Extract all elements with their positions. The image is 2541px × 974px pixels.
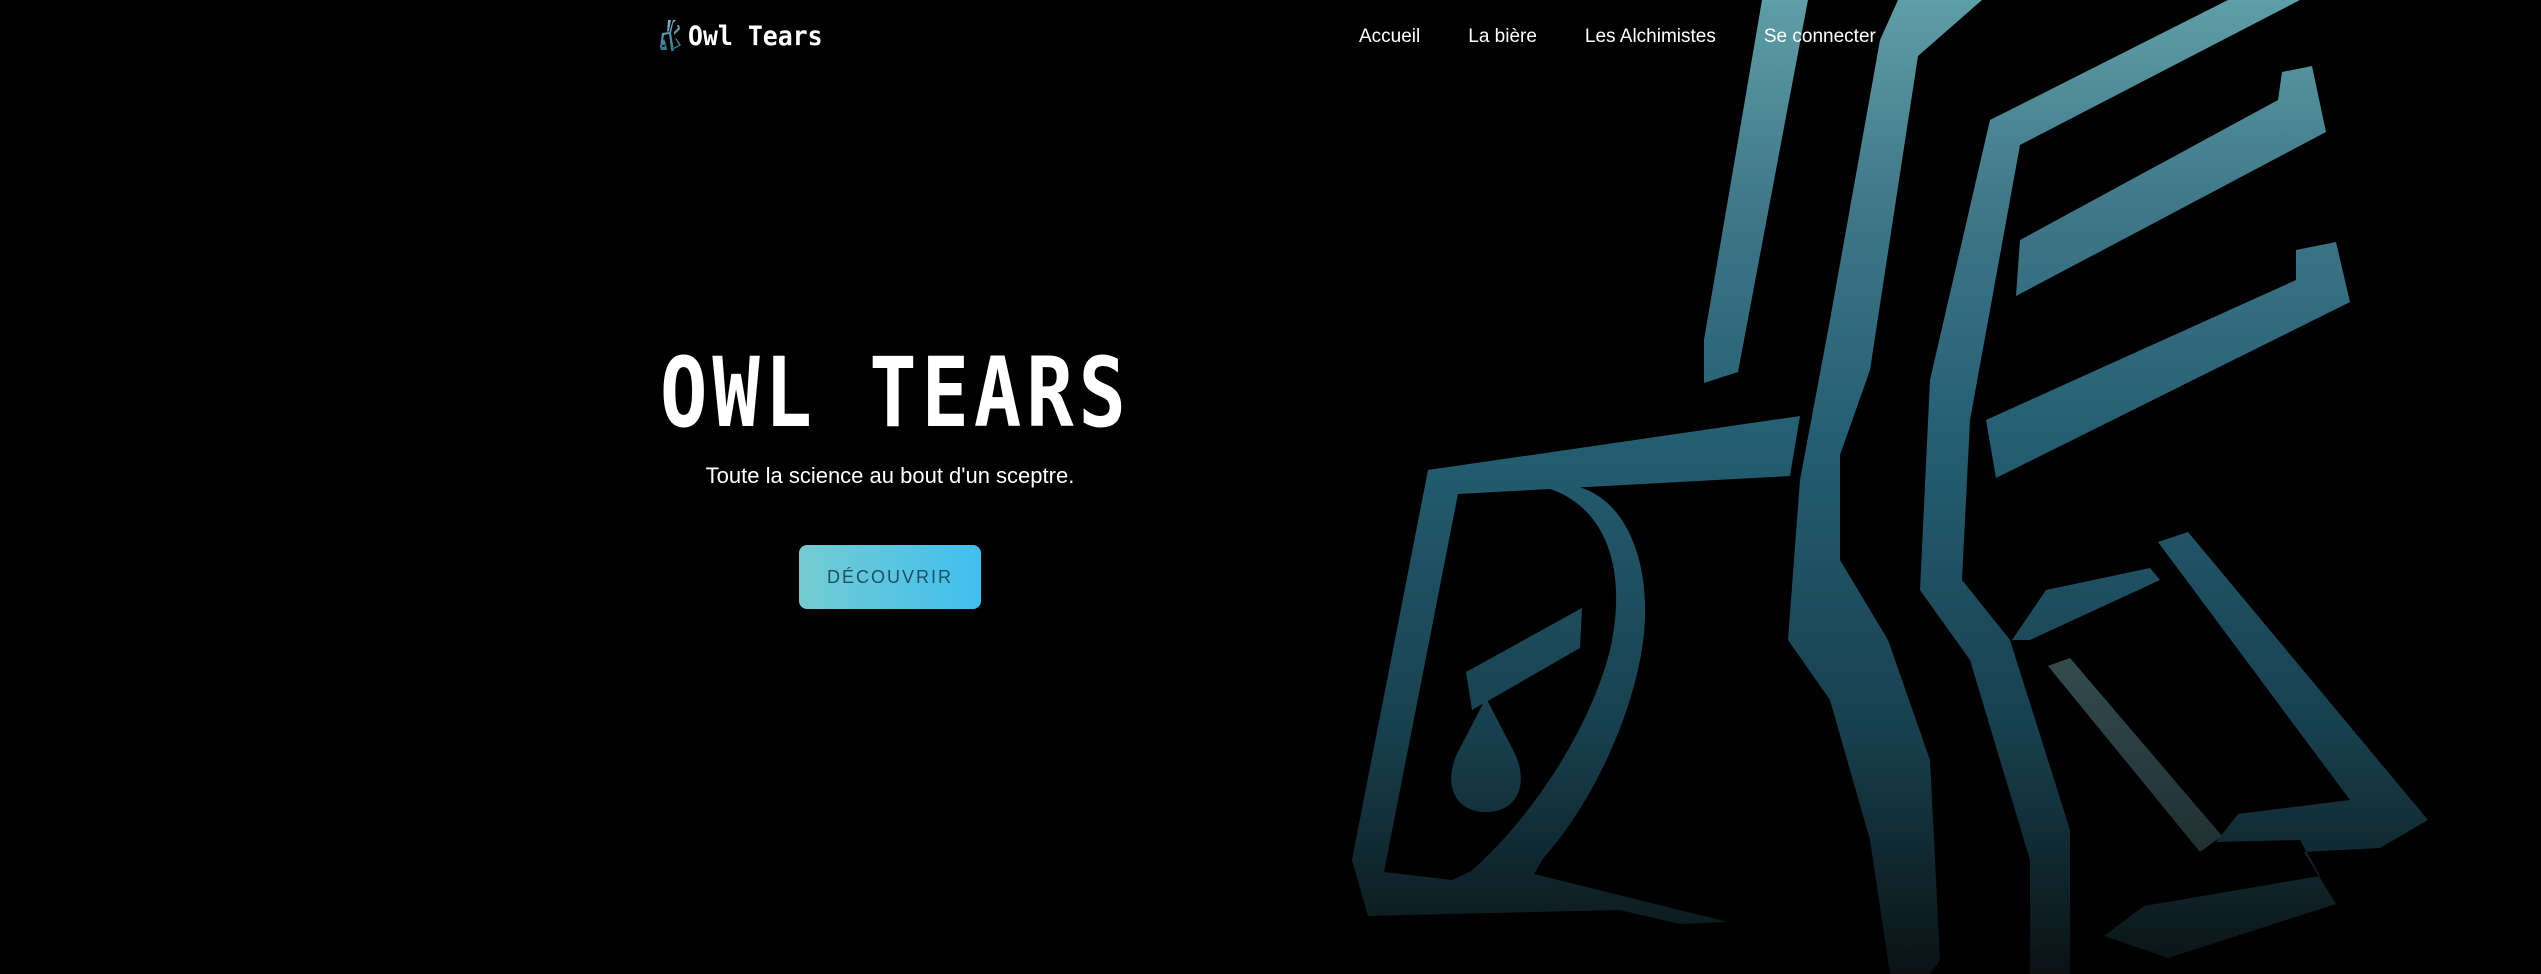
- nav-menu: Accueil La bière Les Alchimistes Se conn…: [1359, 24, 1876, 50]
- navbar: Owl Tears Accueil La bière Les Alchimist…: [0, 0, 2541, 72]
- landing-page: Owl Tears Accueil La bière Les Alchimist…: [0, 0, 2541, 974]
- hero-title: OWL TEARS: [660, 337, 1131, 449]
- nav-link-se-connecter[interactable]: Se connecter: [1764, 26, 1876, 48]
- owl-artwork-icon: [1352, 0, 2428, 974]
- brand-link[interactable]: Owl Tears: [658, 18, 834, 54]
- hero-subtitle: Toute la science au bout d'un sceptre.: [705, 463, 1075, 488]
- nav-link-accueil[interactable]: Accueil: [1359, 26, 1420, 48]
- nav-link-la-biere[interactable]: La bière: [1468, 26, 1537, 48]
- brand-name: Owl Tears: [688, 20, 823, 52]
- discover-button[interactable]: DÉCOUVRIR: [799, 545, 981, 609]
- owl-logo-icon: [660, 20, 681, 51]
- nav-link-les-alchimistes[interactable]: Les Alchimistes: [1585, 26, 1716, 48]
